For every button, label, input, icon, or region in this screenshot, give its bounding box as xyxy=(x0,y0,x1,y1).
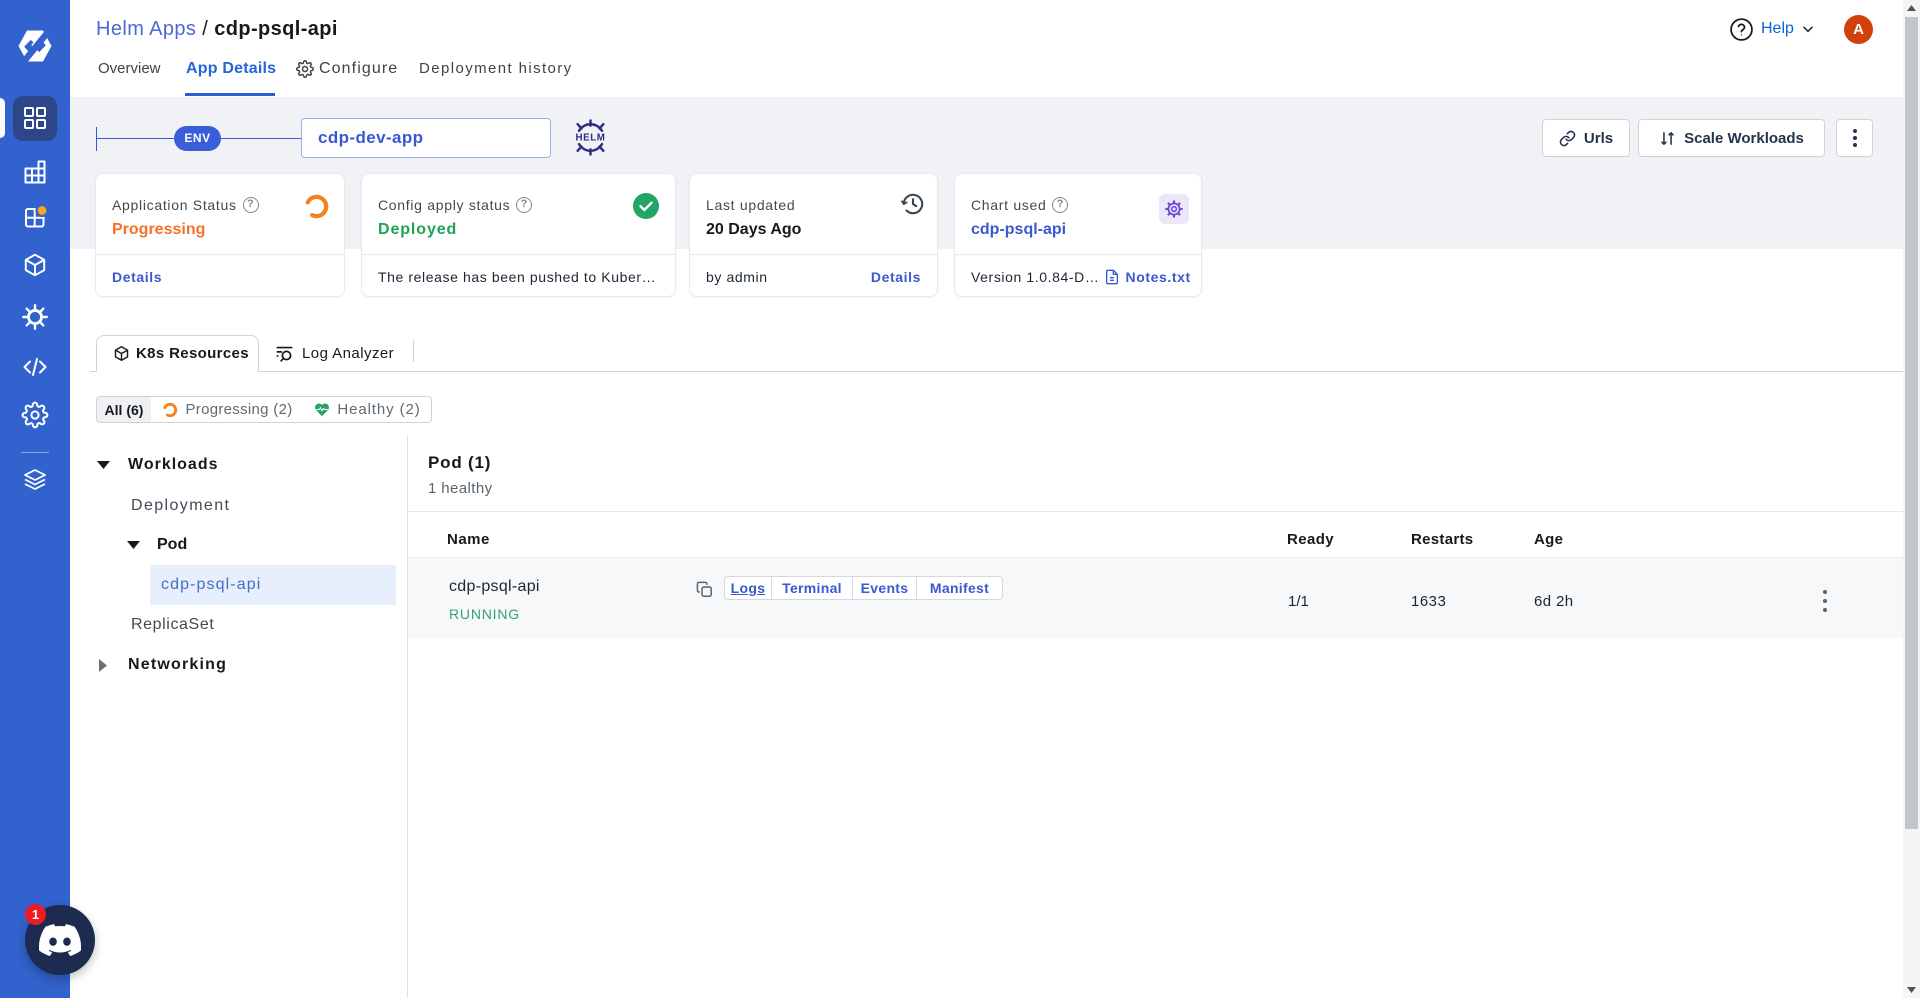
svg-text:HELM: HELM xyxy=(575,133,605,144)
